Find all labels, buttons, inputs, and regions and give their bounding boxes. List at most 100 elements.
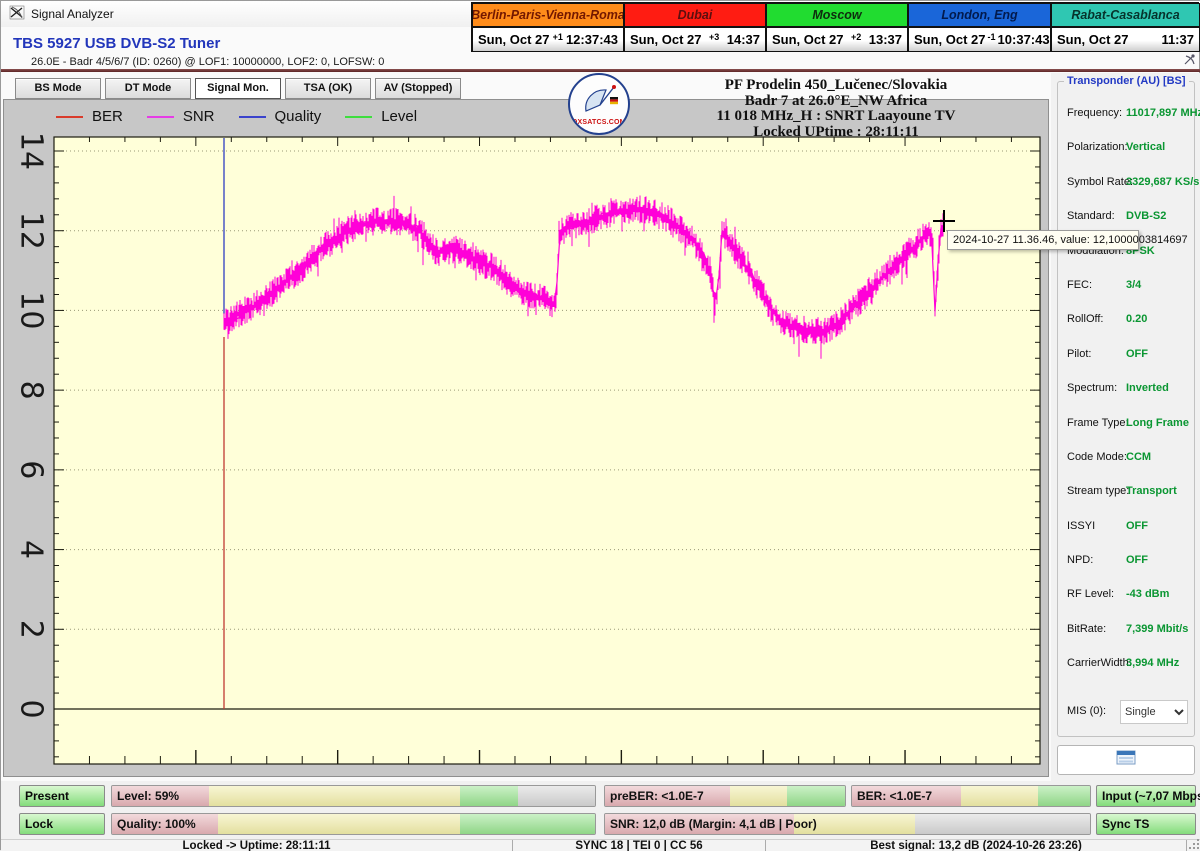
meter-label: Quality: 100% [117,814,196,835]
statusbar-best-signal: Best signal: 13,2 dB (2024-10-26 23:26) [766,840,1187,851]
clock-city-3: London, Eng [908,3,1051,27]
clock-city-0: Berlin-Paris-Vienna-Roma [472,3,624,27]
mis-label: MIS (0): [1067,705,1106,717]
window-title: Signal Analyzer [31,7,114,21]
y-axis-label-2: 2 [14,620,49,639]
transponder-value: 7,399 Mbit/s [1126,623,1188,635]
y-axis-label-4: 4 [14,540,49,559]
clock-city-2: Moscow [766,3,908,27]
input-indicator: Input (~7,07 Mbps) [1096,785,1196,807]
chart-title-line4: Locked UPtime : 28:11:11 [621,125,1051,141]
antenna-icon [9,5,26,27]
transponder-label: Polarization: [1067,141,1128,153]
tuner-details: 26.0E - Badr 4/5/6/7 (ID: 0260) @ LOF1: … [31,56,384,68]
transponder-row-7: Pilot: OFF [1058,339,1194,373]
transponder-rows: Frequency:11017,897 MHzPolarization:Vert… [1058,98,1194,683]
transponder-value: Long Frame [1126,417,1189,429]
chart-title-line3: 11 018 MHz_H : SNRT Laayoune TV [621,109,1051,125]
transponder-label: Frequency: [1067,107,1122,119]
transponder-value: CCM [1126,451,1151,463]
meter-segment-yellow [209,786,460,806]
transponder-label: Frame Type: [1067,417,1129,429]
tuner-name: TBS 5927 USB DVB-S2 Tuner [13,35,220,52]
transponder-label: RF Level: [1067,588,1114,600]
clock-date: Sun, Oct 27 [478,32,550,47]
transponder-row-0: Frequency:11017,897 MHz [1058,98,1194,132]
transponder-label: CarrierWidth: [1067,657,1132,669]
transponder-row-6: RollOff:0.20 [1058,304,1194,338]
section-divider [1,69,1200,72]
statusbar-uptime: Locked -> Uptime: 28:11:11 [1,840,513,851]
transponder-row-10: Code Mode:CCM [1058,442,1194,476]
transponder-value: Vertical [1126,141,1165,153]
clock-city-1: Dubai [624,3,766,27]
toolbar-button-signal-mon-[interactable]: Signal Mon. [195,78,281,99]
statusbar-sync: SYNC 18 | TEI 0 | CC 56 [513,840,766,851]
snapshot-button[interactable] [1057,745,1195,775]
transponder-label: NPD: [1067,554,1093,566]
meter-segment-green [460,814,595,834]
snr-chart-canvas[interactable]: 02468101214 [4,100,1048,776]
meter-segment-yellow [730,786,788,806]
clock-time-1: Sun, Oct 27+314:37 [624,27,766,52]
clock-time-2: Sun, Oct 27 +2 13:37 [766,27,908,52]
clock-time-3: Sun, Oct 27-110:37:43 [908,27,1051,52]
meter-label: BER: <1.0E-7 [857,786,932,807]
clock-hms: 13:37 [869,32,902,47]
transponder-label: ISSYI [1067,520,1095,532]
toolbar-button-dt-mode[interactable]: DT Mode [105,78,191,99]
list-window-icon [1116,750,1136,770]
transponder-row-8: Spectrum: Inverted [1058,373,1194,407]
ber-meter: BER: <1.0E-7 [851,785,1091,807]
transponder-value: 11017,897 MHz [1126,107,1200,119]
transponder-row-2: Symbol Rate:3329,687 KS/s [1058,167,1194,201]
transponder-label: FEC: [1067,279,1092,291]
y-axis-label-0: 0 [14,699,49,718]
transponder-label: Spectrum: [1067,382,1117,394]
signal-meters: Present Lock Level: 59% Quality: 100% pr… [1,781,1200,839]
toolbar-button-av-stopped-[interactable]: AV (Stopped) [375,78,461,99]
clock-city-4: Rabat-Casablanca [1051,3,1200,27]
transponder-label: Standard: [1067,210,1115,222]
y-axis-label-14: 14 [14,132,49,170]
sync-ts-indicator: Sync TS [1096,813,1196,835]
meter-segment-gray [518,786,595,806]
transponder-row-9: Frame Type:Long Frame [1058,408,1194,442]
clock-time-4: Sun, Oct 27 11:37 [1051,27,1200,52]
statusbar: Locked -> Uptime: 28:11:11 SYNC 18 | TEI… [1,839,1200,851]
transponder-label: Pilot: [1067,348,1091,360]
transponder-value: 3,994 MHz [1126,657,1179,669]
transponder-label: BitRate: [1067,623,1106,635]
clock-hms: 10:37:43 [998,32,1050,47]
clock-date: Sun, Oct 27 [1057,32,1129,47]
clock-hms: 11:37 [1161,32,1194,47]
level-meter: Level: 59% [111,785,596,807]
mis-row: MIS (0): Single [1058,699,1194,725]
clock-utc-offset: -1 [988,32,996,42]
transponder-value: DVB-S2 [1126,210,1166,222]
transponder-row-13: NPD:OFF [1058,545,1194,579]
clock-time-0: Sun, Oct 27+112:37:43 [472,27,624,52]
transponder-value: Inverted [1126,382,1169,394]
clock-date: Sun, Oct 27 [914,32,986,47]
mis-select[interactable]: Single [1120,700,1188,724]
meter-label: preBER: <1.0E-7 [610,786,704,807]
clock-hms: 14:37 [727,32,760,47]
clock-date: Sun, Oct 27 [772,32,844,47]
meter-segment-green [460,786,518,806]
transponder-row-1: Polarization:Vertical [1058,132,1194,166]
clock-hms: 12:37:43 [566,32,618,47]
transponder-row-5: FEC:3/4 [1058,270,1194,304]
transponder-row-15: BitRate: 7,399 Mbit/s [1058,614,1194,648]
clock-date: Sun, Oct 27 [630,32,702,47]
meter-segment-yellow [218,814,460,834]
transponder-value: OFF [1126,348,1148,360]
signal-analyzer-window: Signal Analyzer Berlin-Paris-Vienna-Roma… [0,0,1200,850]
clock-utc-offset: +2 [851,32,861,42]
meter-label: Level: 59% [117,786,179,807]
toolbar-button-bs-mode[interactable]: BS Mode [15,78,101,99]
signal-chart-panel[interactable]: BERSNRQualityLevel 02468101214 [3,99,1049,777]
resize-grip[interactable] [1187,840,1200,851]
toolbar-button-tsa-ok-[interactable]: TSA (OK) [285,78,371,99]
snr-meter: SNR: 12,0 dB (Margin: 4,1 dB | Poor) [604,813,1091,835]
